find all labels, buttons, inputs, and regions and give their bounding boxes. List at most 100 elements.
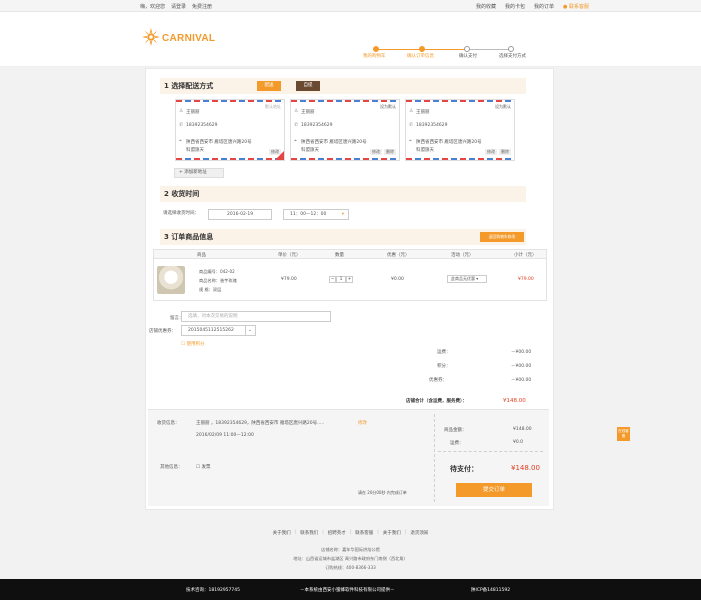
delivery-button[interactable]: 配送 xyxy=(257,81,281,91)
set-default-link[interactable]: 设为默认 xyxy=(380,104,396,110)
edit-address-button[interactable]: 修改 xyxy=(370,149,382,155)
copyright: －本系统由西安小蜜蜂软件科技有限公司提供－ xyxy=(300,588,395,593)
logo-text: CARNIVAL xyxy=(162,33,216,44)
panel-divider-h xyxy=(438,451,543,452)
orders-link[interactable]: 我的订单 xyxy=(534,3,554,10)
use-points-option[interactable]: ☐ 使用积分 xyxy=(181,341,204,347)
col-goods: 商品 xyxy=(197,253,206,258)
step-dot-2 xyxy=(419,46,425,52)
footer-links: 关于我们 | 联系我们 | 招聘英才 | 联系客服 | 关于我们 | 退货须知 店铺名称：… xyxy=(0,530,701,572)
coupon-deduct-value: －¥00.00 xyxy=(511,378,532,383)
item-price: ¥79.00 xyxy=(281,277,297,282)
contact-link[interactable]: ● 联系客服 xyxy=(563,3,589,10)
footer-link-jobs[interactable]: 招聘英才 xyxy=(328,530,346,536)
footer-link-contact[interactable]: 联系我们 xyxy=(300,530,318,536)
section-delivery-title: 1 选择配送方式 xyxy=(164,82,214,90)
address-phone: 18392354629 xyxy=(301,123,333,128)
login-link[interactable]: 请登录 xyxy=(171,3,186,10)
edit-receiver-link[interactable]: 修改 xyxy=(358,420,367,426)
date-picker[interactable]: 2016-02-19 xyxy=(208,209,272,220)
top-bar-right: 我的收藏 我的卡包 我的订单 ● 联系客服 xyxy=(476,3,589,10)
location-icon: ⌖ xyxy=(179,138,182,144)
greeting: 嗨，欢迎您 xyxy=(140,4,166,10)
coupon-label: 店铺优惠券： xyxy=(149,329,176,334)
checkout-progress: 我的购物车 确认订单信息 确认支付 选择支付方式 xyxy=(363,42,543,66)
edit-address-button[interactable]: 修改 xyxy=(485,149,497,155)
address-card-3[interactable]: 设为默认 ♙ 王丽丽 ✆ 18392354629 ⌖ 陕西省西安市 雁塔区唐兴路… xyxy=(405,99,515,161)
tech-hotline: 技术咨询：18192957745 xyxy=(186,588,240,593)
checkout-panel: 1 选择配送方式 配送 自提 默认地址 ♙ 王丽丽 ✆ 18392354629 … xyxy=(145,68,554,510)
airmail-stripe-top xyxy=(176,100,284,102)
footer-address: 地址：山西省运城市盐湖区 禹兴路市政府东门南侧（西北角） xyxy=(293,556,408,561)
store-total-value: ¥148.00 xyxy=(503,398,526,404)
chevron-down-icon: ⌄ xyxy=(245,326,254,335)
caret-down-icon: ▾ xyxy=(341,212,344,217)
logo[interactable]: CARNIVAL xyxy=(142,28,222,50)
person-icon: ♙ xyxy=(179,108,184,114)
delete-address-button[interactable]: 删除 xyxy=(499,149,511,155)
remark-input[interactable]: 选填，对本次交易的说明 xyxy=(181,311,331,322)
footer-link-service[interactable]: 联系客服 xyxy=(355,530,373,536)
invoice-checkbox[interactable]: ☐ 发票 xyxy=(196,464,210,470)
step-label-cart: 我的购物车 xyxy=(363,54,386,59)
points-label: 积分： xyxy=(437,364,451,369)
col-price: 单价（元） xyxy=(278,253,301,258)
add-address-button[interactable]: + 添加新地址 xyxy=(174,168,224,178)
step-dot-4 xyxy=(508,46,514,52)
airmail-stripe-bottom xyxy=(406,158,514,160)
time-value: 11：00—12：00 xyxy=(290,212,327,217)
address-card-1[interactable]: 默认地址 ♙ 王丽丽 ✆ 18392354629 ⌖ 陕西省西安市 雁塔区唐兴路… xyxy=(175,99,285,161)
footer-nav: 关于我们 | 联系我们 | 招聘英才 | 联系客服 | 关于我们 | 退货须知 xyxy=(272,530,429,536)
items-table-header: 商品 单价（元） 数量 优惠（元） 活动（元） 小计（元） xyxy=(153,249,547,259)
section-items-title: 3 订单商品信息 xyxy=(164,233,214,241)
quantity-value[interactable]: 1 xyxy=(336,276,346,283)
submit-order-button[interactable]: 提交订单 xyxy=(456,483,532,497)
footer-link-returns[interactable]: 退货须知 xyxy=(410,530,428,536)
time-slot-select[interactable]: 11：00—12：00 ▾ xyxy=(283,209,349,220)
sun-logo-icon xyxy=(142,28,160,46)
footer-link-about[interactable]: 关于我们 xyxy=(273,530,291,536)
bottom-bar: 技术咨询：18192957745 －本系统由西安小蜜蜂软件科技有限公司提供－ 陕… xyxy=(0,579,701,600)
address-line: 陕西省西安市 雁塔区唐兴路20号 xyxy=(416,140,482,145)
address-phone: 18392354629 xyxy=(416,123,448,128)
delete-address-button[interactable]: 删除 xyxy=(384,149,396,155)
back-to-cart-button[interactable]: 返回购物车修改 xyxy=(480,232,524,242)
set-default-link[interactable]: 设为默认 xyxy=(495,104,511,110)
cake-image[interactable] xyxy=(157,266,185,294)
item-name[interactable]: 商品名称：香芋玫瑰 xyxy=(199,278,237,284)
shipping-fee-value: ¥0.0 xyxy=(513,440,524,445)
airmail-stripe-top xyxy=(406,100,514,102)
step-label-pay: 确认支付 xyxy=(459,54,477,59)
promo-select[interactable]: 此商品无优惠 ▾ xyxy=(447,275,487,283)
footer-link-about-2[interactable]: 关于我们 xyxy=(383,530,401,536)
address-card-2[interactable]: 设为默认 ♙ 王丽丽 ✆ 18392354629 ⌖ 陕西省西安市 雁塔区唐兴路… xyxy=(290,99,400,161)
section-items-header: 3 订单商品信息 xyxy=(160,229,526,245)
pickup-button[interactable]: 自提 xyxy=(296,81,320,91)
phone-icon: ✆ xyxy=(294,122,299,128)
pay-value: ¥148.00 xyxy=(511,464,540,472)
favorites-link[interactable]: 我的收藏 xyxy=(476,3,496,10)
table-row: 商品编号：042-02 商品名称：香芋玫瑰 规 格：双层 ¥79.00 − 1 … xyxy=(153,259,547,301)
selected-corner-icon xyxy=(275,151,284,160)
top-bar: 嗨，欢迎您 请登录 免费注册 我的收藏 我的卡包 我的订单 ● 联系客服 xyxy=(0,0,701,12)
coupon-select[interactable]: 2015045112515262 ⌄ xyxy=(181,325,256,336)
receive-time-prompt: 请选择收货时间： xyxy=(163,211,199,216)
pay-label: 待支付： xyxy=(450,465,478,473)
icp-number[interactable]: 陕ICP备14811592 xyxy=(471,587,510,593)
decrease-button[interactable]: − xyxy=(329,276,336,283)
increase-button[interactable]: + xyxy=(346,276,353,283)
location-icon: ⌖ xyxy=(409,138,412,144)
step-dot-1 xyxy=(373,46,379,52)
top-bar-left: 嗨，欢迎您 请登录 免费注册 xyxy=(140,3,212,10)
item-spec: 规 格：双层 xyxy=(199,287,222,292)
location-icon: ⌖ xyxy=(294,138,297,144)
cards-link[interactable]: 我的卡包 xyxy=(505,3,525,10)
shipping-fee-label: 运费： xyxy=(450,441,464,446)
person-icon: ♙ xyxy=(409,108,414,114)
online-service-tab[interactable]: 在线客服 xyxy=(617,427,630,441)
col-qty: 数量 xyxy=(335,253,344,258)
register-link[interactable]: 免费注册 xyxy=(192,3,212,10)
item-subtotal: ¥79.00 xyxy=(518,277,534,282)
footer-phone: 订购热线：400-8366-333 xyxy=(325,565,376,570)
airmail-stripe-bottom xyxy=(291,158,399,160)
